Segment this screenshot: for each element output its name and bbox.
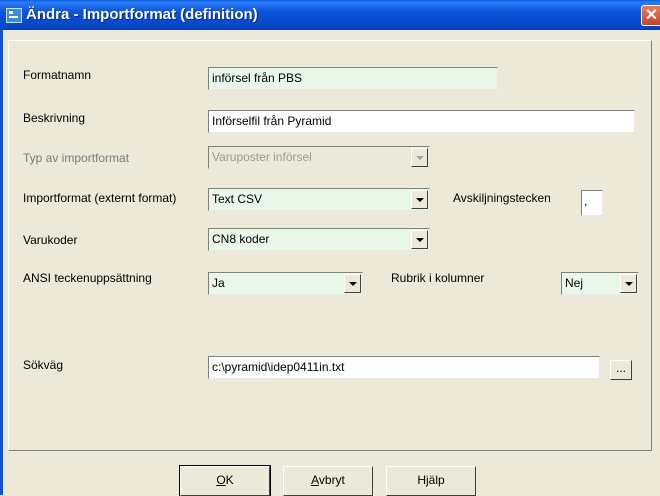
cancel-label-rest: vbryt (318, 473, 345, 487)
ansi-value: Ja (212, 276, 225, 290)
chevron-down-icon[interactable] (411, 190, 428, 209)
beskrivning-label: Beskrivning (23, 111, 86, 125)
ansi-select[interactable]: Ja (208, 272, 363, 295)
help-button[interactable]: Hjälp (386, 466, 476, 496)
chevron-down-icon[interactable] (344, 274, 361, 293)
ok-button[interactable]: OK (179, 465, 271, 496)
cancel-button[interactable]: Avbryt (283, 466, 373, 496)
importformat-value: Text CSV (212, 192, 263, 206)
window-frame (0, 30, 3, 495)
sokvag-field[interactable]: c:\pyramid\idep0411in.txt (208, 356, 600, 379)
importformat-label: Importformat (externt format) (23, 191, 177, 205)
beskrivning-field[interactable]: Införselfil från Pyramid (208, 110, 635, 133)
rubrik-value: Nej (565, 276, 584, 290)
rubrik-label: Rubrik i kolumner (391, 271, 485, 285)
cancel-mnemonic: A (311, 473, 319, 487)
varukoder-value: CN8 koder (212, 232, 270, 246)
rubrik-select[interactable]: Nej (561, 272, 639, 295)
chevron-down-icon (411, 148, 428, 167)
title-bar: Ändra - Importformat (definition) ✕ (0, 0, 660, 30)
formatnamn-label: Formatnamn (23, 68, 92, 82)
chevron-down-icon[interactable] (620, 274, 637, 293)
sokvag-label: Sökväg (23, 358, 64, 372)
avskiljningstecken-label: Avskiljningstecken (453, 191, 551, 205)
typ-label: Typ av importformat (23, 151, 130, 165)
importformat-select[interactable]: Text CSV (208, 188, 430, 211)
varukoder-select[interactable]: CN8 koder (208, 228, 430, 251)
ansi-label: ANSI teckenuppsättning (23, 271, 152, 285)
browse-button[interactable]: ... (610, 360, 632, 380)
app-icon (6, 8, 22, 23)
chevron-down-icon[interactable] (411, 230, 428, 249)
avskiljningstecken-field[interactable]: , (581, 190, 603, 216)
ok-mnemonic: O (216, 473, 226, 487)
varukoder-label: Varukoder (23, 233, 78, 247)
typ-value: Varuposter införsel (212, 150, 312, 164)
ok-label-rest: K (225, 473, 234, 487)
close-button[interactable]: ✕ (641, 5, 660, 26)
window-title: Ändra - Importformat (definition) (26, 6, 258, 23)
typ-select: Varuposter införsel (208, 146, 430, 169)
formatnamn-field[interactable]: införsel från PBS (208, 67, 498, 90)
